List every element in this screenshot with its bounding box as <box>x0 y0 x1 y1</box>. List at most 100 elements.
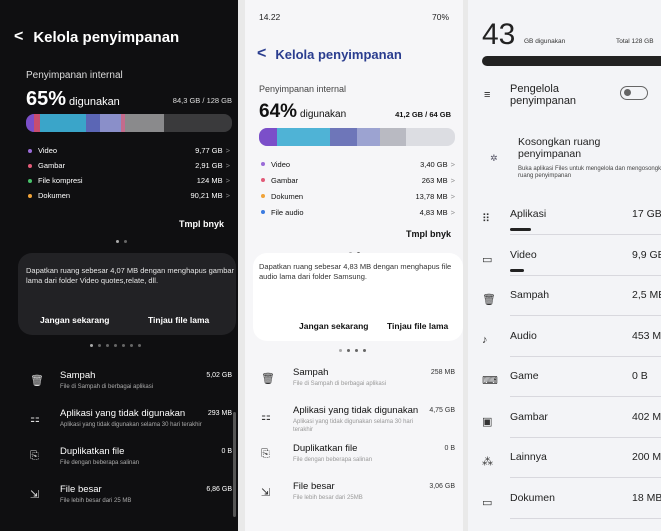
back-arrow-icon[interactable]: < <box>257 45 266 63</box>
category-label: Video <box>271 159 291 169</box>
image-icon: ▣ <box>482 415 493 428</box>
cleanup-title: File besar <box>60 484 102 495</box>
used-percent: 65% digunakan <box>26 88 120 110</box>
storage-manager-toggle[interactable] <box>620 86 648 100</box>
header: < Kelola penyimpanan <box>14 28 179 46</box>
suggestion-card: Dapatkan ruang sebesar 4,07 MB dengan me… <box>18 253 236 335</box>
cleanup-item[interactable]: ⇲ File besar File lebih besar dari 25 MB 6,… <box>30 484 232 516</box>
chevron-right-icon: > <box>225 161 230 170</box>
trash-icon: 🗑 <box>30 375 44 387</box>
cleanup-title: File besar <box>293 481 335 492</box>
storage-category-game[interactable]: ⌨ Game 0 B <box>482 370 661 410</box>
sparkle-icon: ✲ <box>490 153 498 163</box>
category-label: Aplikasi <box>510 208 547 220</box>
cleanup-subtitle: File lebih besar dari 25MB <box>293 495 363 501</box>
review-old-files-button[interactable]: Tinjau file lama <box>387 321 448 331</box>
storage-usage-bar <box>482 56 661 66</box>
status-battery: 70% <box>431 12 449 22</box>
category-track <box>510 517 661 519</box>
category-row[interactable]: Dokumen 13,78 MB > <box>261 188 455 204</box>
category-row[interactable]: Dokumen 90,21 MB > <box>28 188 230 203</box>
apps-icon: ⚏ <box>261 411 271 423</box>
storage-total: 84,3 GB / 128 GB <box>172 96 232 105</box>
scrollbar[interactable] <box>233 412 236 517</box>
storage-category-video[interactable]: ▭ Video 9,9 GB <box>482 249 661 289</box>
folder-icon: ▭ <box>482 496 493 509</box>
cleanup-item[interactable]: ⎘ Duplikatkan file File dengan beberapa sa… <box>261 443 455 475</box>
category-size: 18 MB <box>632 491 661 504</box>
usage-segment <box>259 128 277 146</box>
free-up-subtitle: Buka aplikasi Files untuk mengelola dan … <box>518 166 661 179</box>
category-row[interactable]: Gambar 2,91 GB > <box>28 158 230 173</box>
category-size: 0 B <box>632 370 648 382</box>
category-track <box>510 396 661 397</box>
cleanup-item[interactable]: ⚏ Aplikasi yang tidak digunakan Aplikasi y… <box>261 405 455 437</box>
category-dot-icon <box>261 162 265 166</box>
category-size: 13,78 MB <box>415 191 448 201</box>
storage-screen-light: 14.22 70% < Kelola penyimpanan Penyimpan… <box>245 0 463 531</box>
category-row[interactable]: Video 3,40 GB > <box>261 156 455 172</box>
card-page-indicator <box>339 349 366 352</box>
category-size: 200 MB <box>632 451 661 463</box>
storage-category-lainnya[interactable]: ⁂ Lainnya 200 MB <box>482 451 661 491</box>
chevron-right-icon: > <box>225 176 230 185</box>
usage-segment <box>124 114 164 132</box>
suggestion-text: Dapatkan ruang sebesar 4,07 MB dengan me… <box>26 266 235 285</box>
category-size: 124 MB <box>196 176 223 185</box>
category-usage-bar <box>510 228 531 231</box>
cleanup-title: Duplikatkan file <box>60 446 125 457</box>
category-label: Game <box>510 370 539 382</box>
music-icon: ♪ <box>482 333 488 346</box>
storage-category-gambar[interactable]: ▣ Gambar 402 MB <box>482 411 661 451</box>
category-label: Gambar <box>38 161 66 170</box>
category-dot-icon <box>261 194 265 198</box>
category-size: 2,5 MB <box>632 289 661 301</box>
shapes-icon: ⁂ <box>482 456 493 468</box>
cleanup-subtitle: File dengan beberapa salinan <box>293 457 373 463</box>
category-row[interactable]: File kompresi 124 MB > <box>28 173 230 188</box>
show-more-button[interactable]: Tmpl bnyk <box>406 229 451 239</box>
category-track <box>510 355 661 357</box>
cleanup-subtitle: File di Sampah di berbagai aplikasi <box>60 384 154 390</box>
chevron-right-icon: > <box>450 207 455 217</box>
card-page-indicator <box>90 344 141 347</box>
cleanup-subtitle: File dengan beberapa salinan <box>60 460 140 466</box>
cleanup-size: 5,02 GB <box>206 372 232 379</box>
category-track <box>510 477 661 478</box>
cleanup-subtitle: File lebih besar dari 25 MB <box>60 498 132 504</box>
category-row[interactable]: File audio 4,83 MB > <box>261 204 455 220</box>
category-size: 263 MB <box>421 175 448 185</box>
cleanup-subtitle: Aplikasi yang tidak digunakan selama 30 … <box>60 422 202 428</box>
cleanup-item[interactable]: ⇲ File besar File lebih besar dari 25MB 3,0… <box>261 481 455 513</box>
category-row[interactable]: Gambar 263 MB > <box>261 172 455 188</box>
storage-settings-screen: 43 GB digunakan Total 128 GB ≡ Pengelola… <box>468 0 661 531</box>
cleanup-item[interactable]: ⚏ Aplikasi yang tidak digunakan Aplikasi y… <box>30 408 232 440</box>
cleanup-item[interactable]: ⎘ Duplikatkan file File dengan beberapa sa… <box>30 446 232 478</box>
cleanup-title: Sampah <box>293 367 329 378</box>
category-size: 3,40 GB <box>420 159 448 169</box>
storage-category-sampah[interactable]: 🗑 Sampah 2,5 MB <box>482 289 661 329</box>
storage-total: Total 128 GB <box>616 38 654 45</box>
category-size: 2,91 GB <box>195 161 223 170</box>
suggestion-card: Dapatkan ruang sebesar 4,83 MB dengan me… <box>253 253 463 341</box>
free-up-title: Kosongkan ruang penyimpanan <box>518 136 601 160</box>
video-icon: ▭ <box>482 253 493 266</box>
category-list: Video 3,40 GB > Gambar 263 MB > Dokumen 13,78 M… <box>261 156 455 220</box>
cleanup-subtitle: Aplikasi yang tidak digunakan selama 30 … <box>293 419 414 433</box>
storage-category-audio[interactable]: ♪ Audio 453 MB <box>482 330 661 370</box>
not-now-button[interactable]: Jangan sekarang <box>40 315 109 325</box>
category-label: Sampah <box>510 289 550 301</box>
not-now-button[interactable]: Jangan sekarang <box>299 321 368 331</box>
review-old-files-button[interactable]: Tinjau file lama <box>148 315 209 325</box>
category-dot-icon <box>261 178 265 182</box>
back-arrow-icon[interactable]: < <box>14 28 23 46</box>
storage-category-aplikasi[interactable]: ⠿ Aplikasi 17 GB <box>482 208 661 248</box>
cleanup-item[interactable]: 🗑 Sampah File di Sampah di berbagai aplika… <box>261 367 455 399</box>
cleanup-item[interactable]: 🗑 Sampah File di Sampah di berbagai aplika… <box>30 370 232 402</box>
storage-category-dokumen[interactable]: ▭ Dokumen 18 MB <box>482 492 661 531</box>
category-row[interactable]: Video 9,77 GB > <box>28 143 230 158</box>
apps-grid-icon: ⠿ <box>482 213 491 225</box>
category-label: Video <box>510 248 537 261</box>
trash-icon: 🗑 <box>482 294 496 306</box>
show-more-button[interactable]: Tmpl bnyk <box>179 219 224 229</box>
